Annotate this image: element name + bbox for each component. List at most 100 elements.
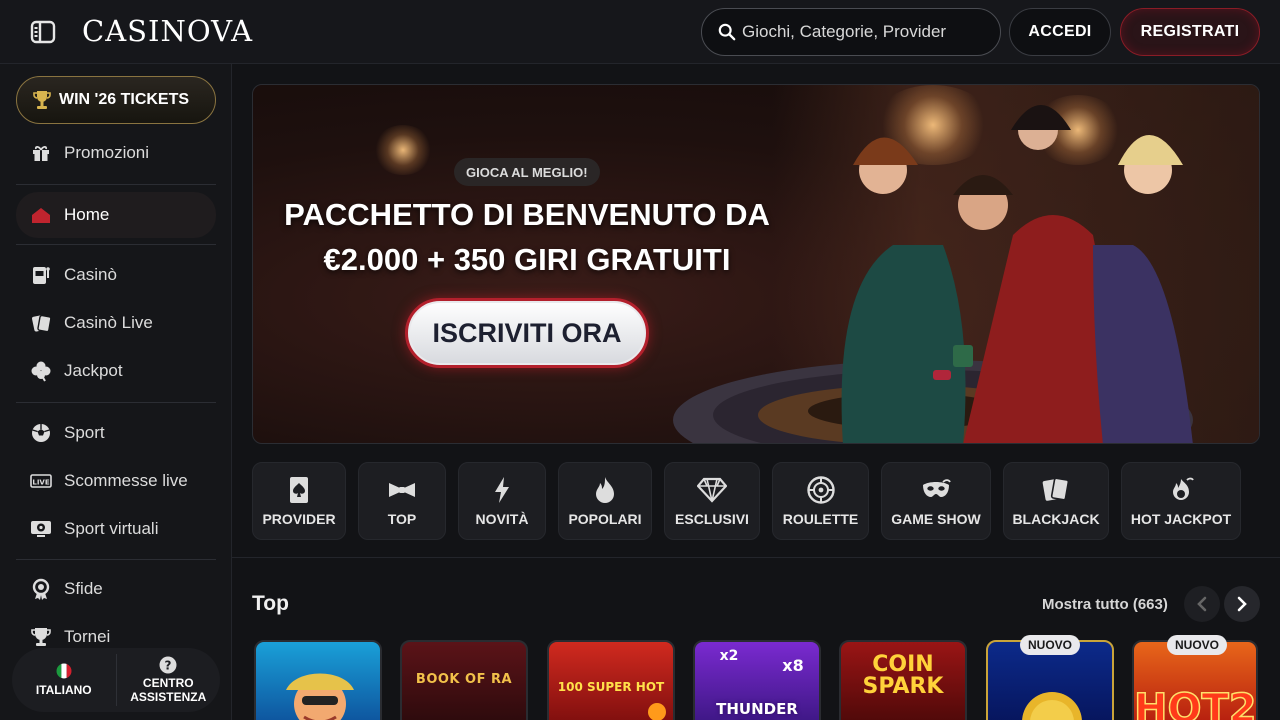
banner-badge: GIOCA AL MEGLIO! [454,158,600,186]
sidebar-item-sfide[interactable]: Sfide [16,567,216,611]
language-selector[interactable]: ITALIANO [12,648,116,712]
roulette-icon [806,475,836,505]
cards-icon [1041,475,1071,505]
top-header: CASINOVA ACCEDI REGISTRATI [0,0,1280,64]
sidebar-item-label: Tornei [64,627,111,646]
game-tile[interactable]: x2 x8 THUNDER BALL [693,640,821,720]
game-title: SPARK [862,674,944,699]
sidebar-item-scommesse-live[interactable]: LIVE Scommesse live [16,459,216,503]
game-tile[interactable] [254,640,382,720]
help-icon: ? [159,656,177,674]
game-title: THUNDER BALL [716,700,798,720]
category-game-show[interactable]: GAME SHOW [881,462,991,540]
flame-icon [590,475,620,505]
game-tile[interactable]: 100 SUPER HOT [547,640,675,720]
signup-cta-button[interactable]: ISCRIVITI ORA [405,298,649,368]
section-title-top: Top [252,592,289,615]
diamond-icon [697,475,727,505]
chevron-left-icon [1197,596,1207,612]
game-title: BOOK OF RA [415,672,513,687]
sidebar-item-label: Sport [64,423,105,442]
category-label: ESCLUSIVI [675,511,749,527]
category-popolari[interactable]: POPOLARI [558,462,652,540]
category-label: BLACKJACK [1012,511,1100,527]
game-tile[interactable]: BOOK OF RA [400,640,528,720]
category-roulette[interactable]: ROULETTE [772,462,869,540]
category-label: NOVITÀ [475,511,529,527]
category-novita[interactable]: NOVITÀ [458,462,546,540]
register-button[interactable]: REGISTRATI [1120,8,1260,56]
sidebar-item-label: Casinò [64,265,117,284]
sidebar-item-label: Promozioni [64,143,150,162]
trophy-icon [30,626,52,648]
live-cards-icon [30,312,52,334]
sidebar-toggle-icon[interactable] [30,20,56,44]
hot-pepper-icon [1166,475,1196,505]
next-arrow-button[interactable] [1224,586,1260,622]
category-label: TOP [387,511,417,527]
sidebar-item-casino-live[interactable]: Casinò Live [16,301,216,345]
sidebar-item-jackpot[interactable]: Jackpot [16,349,216,393]
category-label: GAME SHOW [891,511,981,527]
sidebar-item-sport-virtuali[interactable]: Sport virtuali [16,507,216,551]
slot-machine-icon [30,264,52,286]
help-center-button[interactable]: ? CENTRO ASSISTENZA [117,648,221,712]
sidebar-item-sport[interactable]: Sport [16,411,216,455]
sidebar-item-label: Home [64,205,110,224]
new-badge: NUOVO [1020,635,1081,655]
category-top[interactable]: TOP [358,462,446,540]
game-thumbnail [648,703,666,720]
banner-title-line1: PACCHETTO DI BENVENUTO DA [284,197,770,232]
sidebar-item-home[interactable]: Home [16,192,216,238]
prev-arrow-button[interactable] [1184,586,1220,622]
sidebar-item-label: Sport virtuali [64,519,159,538]
home-icon [30,204,52,226]
game-title: HOT2 [1134,685,1257,720]
brand-logo[interactable]: CASINOVA [82,14,253,48]
help-label-line1: CENTRO [142,676,194,690]
mask-icon [921,475,951,505]
category-blackjack[interactable]: BLACKJACK [1003,462,1109,540]
bow-tie-icon [387,475,417,505]
medal-icon [30,578,52,600]
sidebar-item-label: Jackpot [64,361,123,380]
new-badge: NUOVO [1167,635,1228,655]
category-esclusivi[interactable]: ESCLUSIVI [664,462,760,540]
search-box[interactable] [701,8,1001,56]
category-label: POPOLARI [568,511,642,527]
live-badge-icon: LIVE [30,470,52,492]
sidebar: WIN '26 TICKETS Promozioni Home Casinò C… [0,64,232,720]
banner-title: PACCHETTO DI BENVENUTO DA €2.000 + 350 G… [262,192,792,282]
game-tile[interactable]: COIN SPARK [839,640,967,720]
search-input[interactable] [742,22,982,42]
sidebar-item-label: Casinò Live [64,313,153,332]
clover-icon [30,360,52,382]
sidebar-item-promozioni[interactable]: Promozioni [16,131,216,175]
sidebar-item-label: Scommesse live [64,471,188,490]
category-label: HOT JACKPOT [1130,511,1232,527]
chevron-right-icon [1237,596,1247,612]
category-label: PROVIDER [262,511,336,527]
virtual-sport-icon [30,518,52,540]
soccer-ball-icon [30,422,52,444]
italy-flag-icon [56,663,72,679]
win-tickets-label: WIN '26 TICKETS [59,91,190,108]
lightning-icon [487,475,517,505]
category-hot-jackpot[interactable]: HOT JACKPOT [1121,462,1241,540]
banner-title-line2: €2.000 + 350 GIRI GRATUITI [323,242,731,277]
language-label: ITALIANO [35,683,92,697]
game-multiplier: x8 [782,656,804,675]
category-provider[interactable]: PROVIDER [252,462,346,540]
help-label-line2: ASSISTENZA [130,690,207,704]
sidebar-item-casino[interactable]: Casinò [16,253,216,297]
svg-text:LIVE: LIVE [32,479,49,487]
win-tickets-button[interactable]: WIN '26 TICKETS [16,76,216,124]
trophy-icon [33,91,51,109]
sidebar-item-label: Sfide [64,579,103,598]
category-label: ROULETTE [782,511,859,527]
show-all-link[interactable]: Mostra tutto (663) [1042,596,1168,613]
gift-icon [30,142,52,164]
login-button[interactable]: ACCEDI [1009,8,1111,56]
footer-controls: ITALIANO ? CENTRO ASSISTENZA [12,648,220,712]
search-icon [718,23,736,41]
